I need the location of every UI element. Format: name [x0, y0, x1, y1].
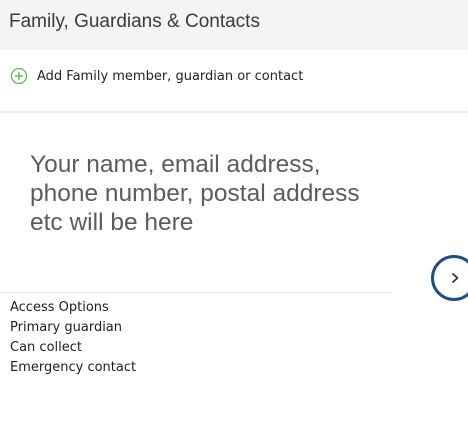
- access-option-can-collect: Can collect: [10, 340, 82, 355]
- access-options-heading: Access Options: [10, 300, 109, 315]
- section-title: Family, Guardians & Contacts: [9, 11, 260, 32]
- access-option-primary-guardian: Primary guardian: [10, 320, 123, 335]
- view-contact-button[interactable]: [431, 255, 468, 301]
- contact-details-placeholder: Your name, email address, phone number, …: [30, 151, 360, 236]
- chevron-right-icon: [452, 273, 459, 283]
- add-contact-label: Add Family member, guardian or contact: [37, 68, 304, 84]
- access-option-emergency-contact: Emergency contact: [10, 360, 137, 375]
- access-options-list: Access Options Primary guardian Can coll…: [10, 298, 136, 378]
- family-contacts-panel: Family, Guardians & Contacts Add Family …: [0, 0, 468, 427]
- divider: [0, 292, 392, 293]
- plus-circle-icon: [10, 67, 28, 85]
- divider: [0, 111, 468, 113]
- section-header: Family, Guardians & Contacts: [0, 0, 468, 50]
- add-contact-button[interactable]: Add Family member, guardian or contact: [10, 64, 303, 88]
